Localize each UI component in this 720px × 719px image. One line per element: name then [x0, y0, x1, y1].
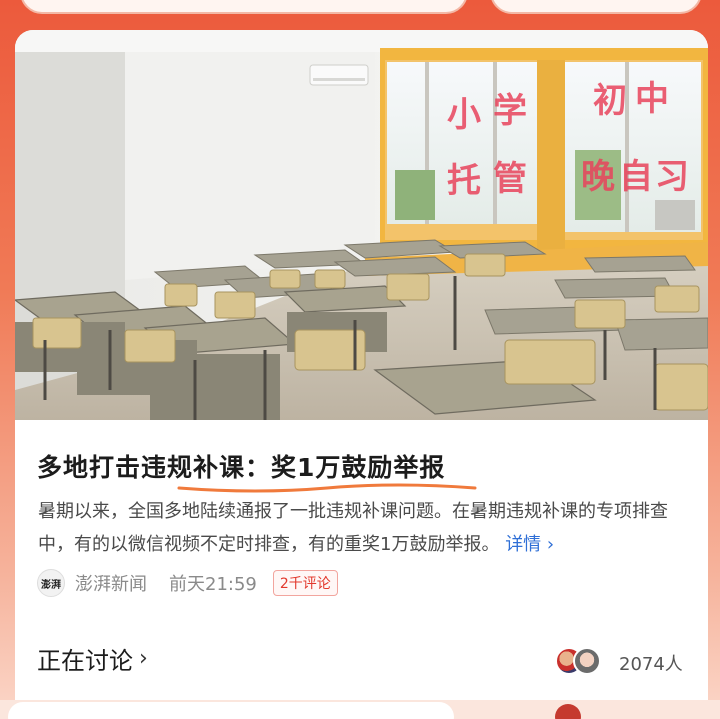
- article-summary[interactable]: 暑期以来，全国多地陆续通报了一批违规补课问题。在暑期违规补课的专项排查中，有的以…: [38, 495, 688, 561]
- headline-underline: [177, 483, 477, 493]
- article-meta: 澎湃 澎湃新闻 前天21:59 2千评论: [37, 568, 338, 598]
- details-link[interactable]: 详情 ›: [505, 534, 554, 555]
- classroom-photo: 中 初 学 小 习 自 晚 管 托: [15, 30, 708, 420]
- next-comment-pill[interactable]: [8, 702, 454, 719]
- discussion-label: 正在讨论: [37, 647, 133, 675]
- publish-time: 前天21:59: [169, 574, 257, 595]
- participant-count: 2074人: [619, 654, 683, 675]
- window-sign-char: 初: [593, 81, 627, 121]
- discussion-link[interactable]: 正在讨论 ›: [37, 641, 148, 676]
- summary-text: 暑期以来，全国多地陆续通报了一批违规补课问题。在暑期违规补课的专项排查中，有的以…: [38, 501, 668, 555]
- top-tab-right[interactable]: [490, 0, 702, 14]
- article-headline[interactable]: 多地打击违规补课：奖1万鼓励举报: [37, 448, 445, 484]
- top-tab-left[interactable]: [20, 0, 468, 14]
- source-name[interactable]: 澎湃新闻: [75, 570, 147, 596]
- news-card[interactable]: 中 初 学 小 习 自 晚 管 托 多地打击违规补课：奖1万鼓励举报 暑期以来，…: [15, 30, 708, 719]
- window-sign-char: 自: [619, 157, 653, 197]
- avatar: [573, 647, 601, 675]
- window-sign-char: 学: [493, 91, 527, 131]
- window-sign-char: 托: [447, 161, 481, 201]
- chevron-right-icon: ›: [139, 646, 148, 671]
- comment-count-badge[interactable]: 2千评论: [272, 570, 338, 596]
- window-sign-char: 习: [655, 157, 689, 197]
- participant-avatars: [555, 647, 607, 677]
- window-sign-char: 管: [493, 159, 527, 199]
- source-logo: 澎湃: [37, 569, 65, 597]
- window-sign-char: 中: [635, 79, 669, 119]
- window-sign-char: 小: [447, 95, 481, 135]
- window-sign-char: 晚: [581, 157, 615, 197]
